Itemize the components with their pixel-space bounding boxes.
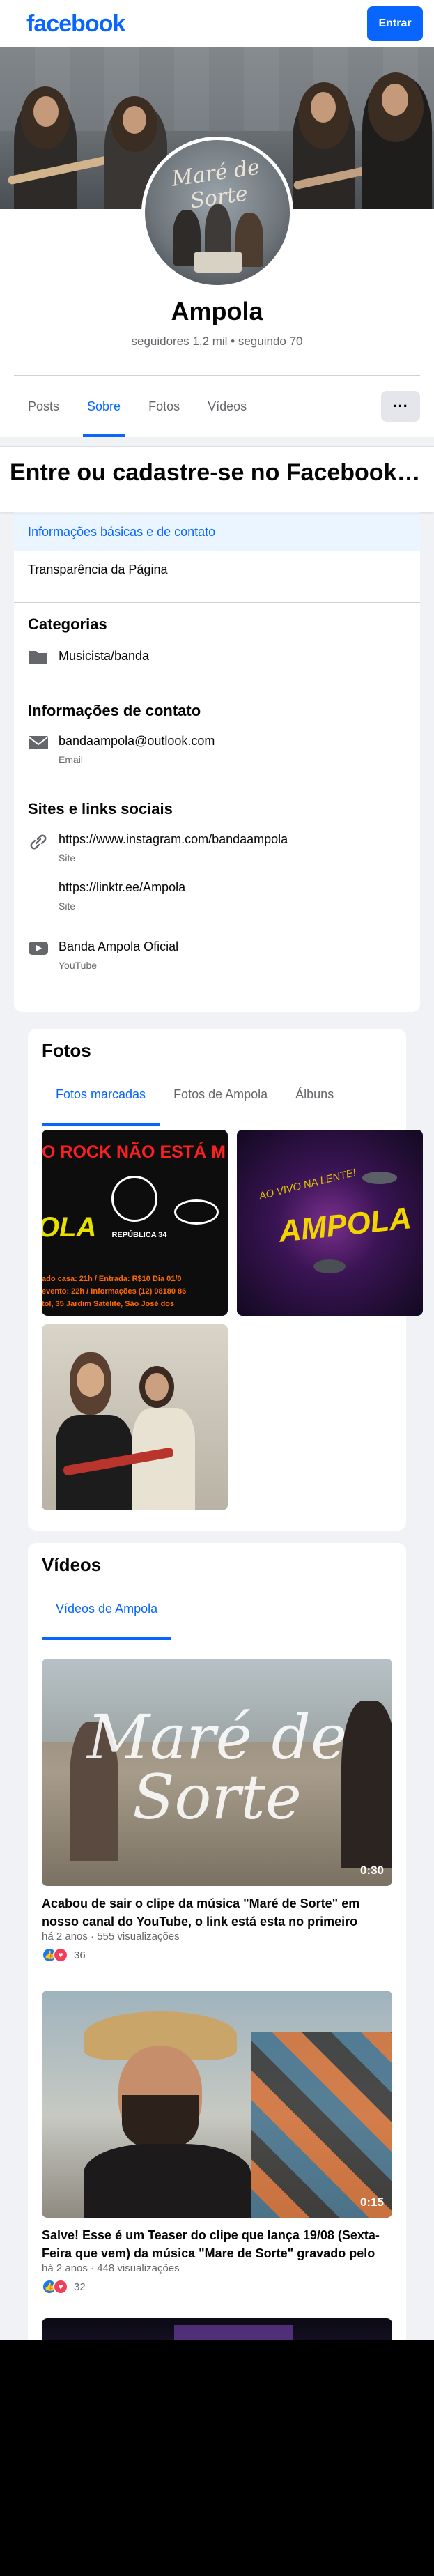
page: facebook Entrar Maré de Sorte Ampola seg… [0,0,434,2340]
video-thumbnail[interactable] [42,2318,392,2340]
videos-heading: Vídeos [42,1554,102,1575]
profile-tabs: Posts Sobre Fotos Vídeos ··· [0,376,434,437]
video-shirt [84,2144,251,2218]
poster-logo [174,1199,219,1225]
login-banner[interactable]: Entre ou cadastre-se no Facebook para co… [0,446,434,512]
video-duration: 0:30 [359,1864,384,1877]
profile-header: Maré de Sorte Ampola seguidores 1,2 mil … [0,137,434,437]
video-title[interactable]: Salve! Esse é um Teaser do clipe que lan… [42,2226,392,2262]
video-duration: 0:15 [359,2195,384,2209]
follower-stats[interactable]: seguidores 1,2 mil • seguindo 70 [0,335,434,348]
video-meta: há 2 anos · 448 visualizações [42,2262,180,2274]
video-meta: há 2 anos · 555 visualizações [42,1931,180,1942]
poster-band-name: OLA [42,1212,97,1243]
email-value[interactable]: bandaampola@outlook.com [59,734,215,749]
video-reactions[interactable]: 👍 ♥ 32 [42,2279,86,2294]
video-tabs: Vídeos de Ampola [28,1594,406,1640]
login-banner-text: Entre ou cadastre-se no Facebook para co… [10,459,424,486]
cover-face [311,92,336,123]
tab-posts[interactable]: Posts [14,376,73,437]
poster-band-name: AMPOLA [277,1201,413,1249]
tab-photos[interactable]: Fotos [134,376,194,437]
video-thumbnail[interactable]: 0:15 [42,1991,392,2218]
tab-tagged-photos[interactable]: Fotos marcadas [42,1080,160,1126]
republica-logo [111,1176,157,1222]
videos-card: Vídeos Vídeos de Ampola Maré de Sorte 0:… [28,1543,406,2340]
poster-headline: O ROCK NÃO ESTÁ M [42,1142,226,1162]
avatar-figure [193,252,242,273]
ufo-icon [362,1172,397,1184]
poster-text: ado casa: 21h / Entrada: R$10 Dia 01/0 [42,1275,182,1283]
tab-page-photos[interactable]: Fotos de Ampola [160,1080,281,1117]
about-card: Informações básicas e de contato Transpa… [14,488,420,1012]
email-row: bandaampola@outlook.com Email [14,734,420,765]
site-label: Site [59,852,76,864]
instagram-link[interactable]: https://www.instagram.com/bandaampola [59,832,288,847]
photo-face [77,1363,104,1397]
photos-heading: Fotos [42,1040,91,1061]
poster-text: evento: 22h / Informações (12) 98180 86 [42,1287,187,1296]
envelope-icon [28,734,59,765]
poster-subtitle: AO VIVO NA LENTE! [258,1166,357,1203]
facebook-logo[interactable]: facebook [26,10,125,38]
video-thumbnail[interactable]: Maré de Sorte 0:30 [42,1659,392,1886]
tab-videos[interactable]: Vídeos [194,376,261,437]
about-nav-page-transparency[interactable]: Transparência da Página [14,551,420,588]
video-reactions[interactable]: 👍 ♥ 36 [42,1947,86,1963]
site-row: https://www.instagram.com/bandaampola Si… [14,832,420,912]
photo-thumbnail[interactable]: O ROCK NÃO ESTÁ M OLA REPÚBLICA 34 ado c… [42,1130,228,1316]
youtube-row: Banda Ampola Oficial YouTube [14,940,420,971]
photo-face [145,1373,169,1401]
photo-thumbnail[interactable] [42,1324,228,1510]
cover-face [123,106,146,134]
social-links-heading: Sites e links sociais [28,800,173,818]
top-bar: facebook Entrar [0,0,434,47]
youtube-icon [28,940,59,971]
video-title[interactable]: Acabou de sair o clipe da música "Maré d… [42,1894,392,1931]
cover-face [33,96,59,127]
login-button[interactable]: Entrar [367,6,423,41]
video-beard [122,2095,199,2151]
more-options-button[interactable]: ··· [381,391,420,422]
folder-icon [28,649,59,670]
cover-face [382,84,408,116]
tab-about[interactable]: Sobre [73,376,134,437]
about-nav-contact-info[interactable]: Informações básicas e de contato [14,513,420,551]
poster-text: tol, 35 Jardim Satélite, São José dos [42,1300,175,1308]
link-icon [28,832,59,912]
youtube-label: YouTube [59,960,98,971]
reaction-count: 36 [74,1949,86,1961]
love-icon: ♥ [53,1947,68,1963]
page-title: Ampola [171,297,263,325]
video-graffiti [251,2032,392,2218]
profile-picture[interactable]: Maré de Sorte [141,137,293,289]
email-label: Email [59,754,84,765]
tab-page-videos[interactable]: Vídeos de Ampola [42,1594,172,1640]
photos-card: Fotos Fotos marcadas Fotos de Ampola Álb… [28,1029,423,1531]
category-row: Musicista/banda [14,649,420,670]
contact-heading: Informações de contato [28,702,201,719]
categories-heading: Categorias [28,615,107,633]
linktree-link[interactable]: https://linktr.ee/Ampola [59,880,288,895]
poster-venue: REPÚBLICA 34 [111,1231,167,1239]
reaction-count: 32 [74,2280,86,2293]
category-value: Musicista/banda [59,649,150,663]
youtube-channel-link[interactable]: Banda Ampola Oficial [59,940,178,954]
ufo-icon [313,1259,346,1273]
love-icon: ♥ [53,2279,68,2294]
site-label: Site [59,900,76,912]
avatar: Maré de Sorte [144,140,290,285]
video-overlay-title: Maré de Sorte [86,1701,348,1833]
tab-albums[interactable]: Álbuns [281,1080,348,1117]
video-stage-light [174,2325,293,2340]
photo-tabs: Fotos marcadas Fotos de Ampola Álbuns [28,1080,406,1126]
photo-thumbnail[interactable]: AO VIVO NA LENTE! AMPOLA [237,1130,423,1316]
